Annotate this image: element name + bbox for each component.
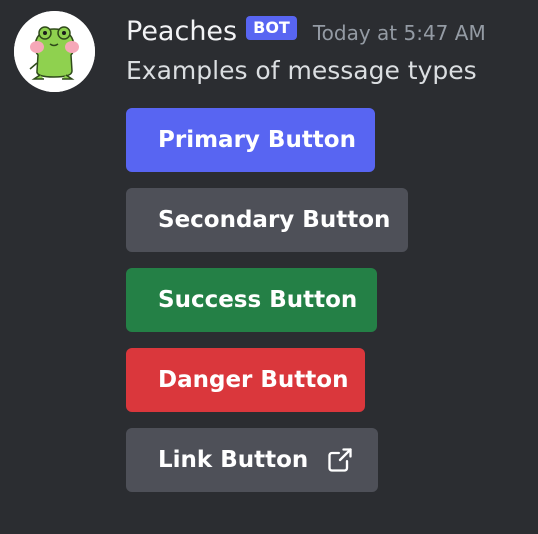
link-button[interactable]: Link Button [126, 428, 378, 492]
button-list: Primary Button Secondary Button Success … [126, 108, 408, 508]
secondary-button[interactable]: Secondary Button [126, 188, 408, 252]
message: Peaches BOT Today at 5:47 AM Examples of… [0, 0, 538, 534]
success-button-label: Success Button [158, 287, 358, 313]
username[interactable]: Peaches [126, 16, 237, 47]
danger-button-label: Danger Button [158, 367, 349, 393]
link-button-label: Link Button [158, 447, 309, 473]
frog-avatar-icon [14, 11, 95, 92]
external-link-icon [326, 446, 354, 474]
secondary-button-label: Secondary Button [158, 207, 391, 233]
danger-button[interactable]: Danger Button [126, 348, 365, 412]
avatar[interactable] [14, 11, 95, 92]
primary-button-label: Primary Button [158, 127, 356, 153]
timestamp: Today at 5:47 AM [312, 21, 486, 45]
success-button[interactable]: Success Button [126, 268, 377, 332]
message-header: Peaches BOT Today at 5:47 AM [126, 12, 486, 50]
message-content: Examples of message types [126, 56, 477, 85]
bot-badge: BOT [246, 16, 297, 40]
primary-button[interactable]: Primary Button [126, 108, 375, 172]
